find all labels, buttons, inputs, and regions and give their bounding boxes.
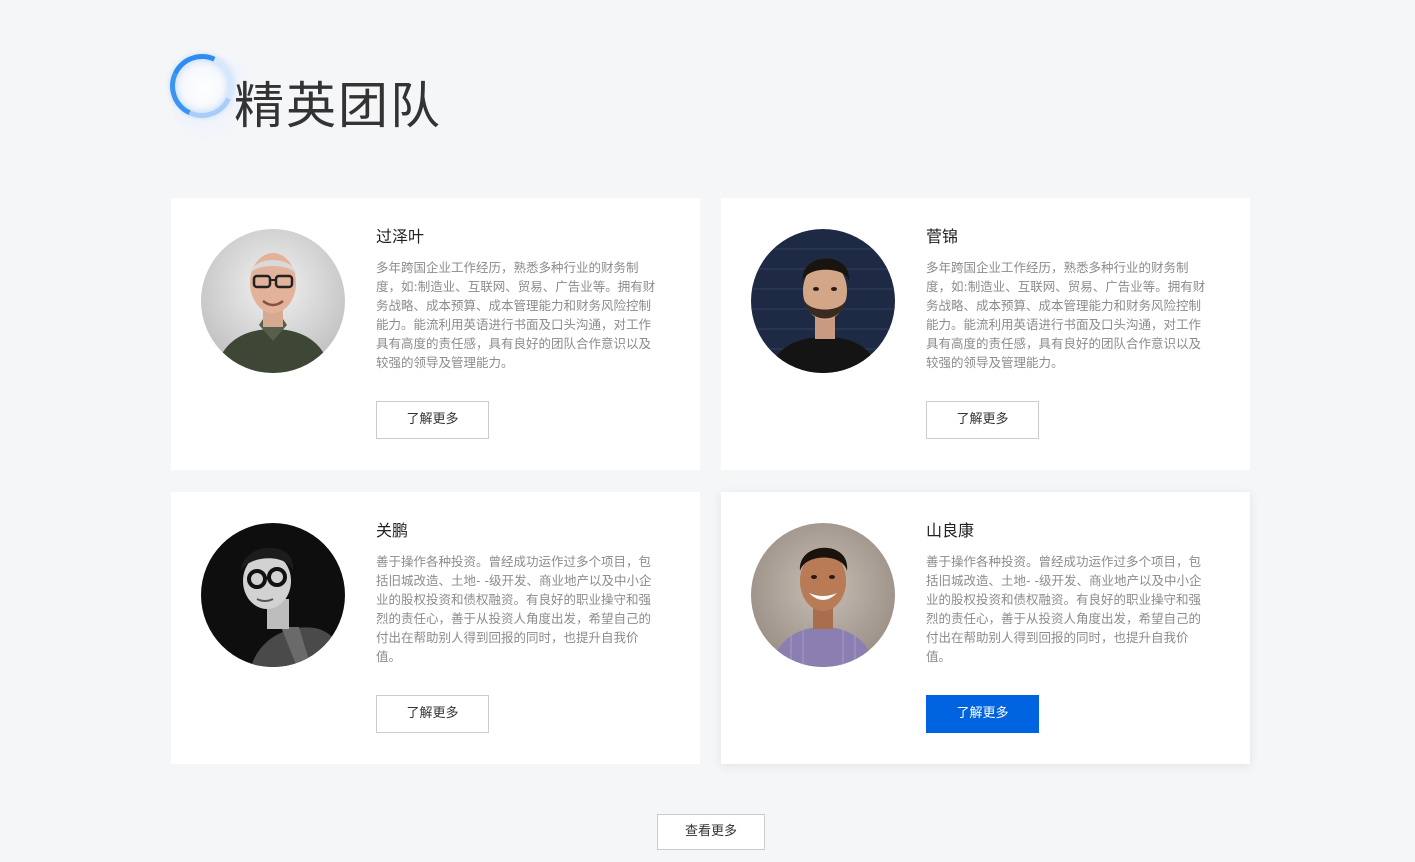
portrait-image (201, 229, 345, 373)
team-member-card: 关鹏 善于操作各种投资。曾经成功运作过多个项目，包括旧城改造、土地- -级开发、… (171, 492, 700, 764)
member-name: 山良康 (926, 521, 975, 540)
member-bio: 多年跨国企业工作经历，熟悉多种行业的财务制度，如:制造业、互联网、贸易、广告业等… (376, 260, 656, 370)
avatar (751, 229, 895, 373)
portrait-image (751, 523, 895, 667)
learn-more-button[interactable]: 了解更多 (376, 401, 489, 439)
learn-more-button[interactable]: 了解更多 (926, 695, 1039, 733)
team-member-card: 过泽叶 多年跨国企业工作经历，熟悉多种行业的财务制度，如:制造业、互联网、贸易、… (171, 198, 700, 470)
section-title: 精英团队 (234, 77, 442, 135)
avatar (751, 523, 895, 667)
learn-more-button[interactable]: 了解更多 (376, 695, 489, 733)
portrait-image (201, 523, 345, 667)
avatar (201, 229, 345, 373)
section-header: 精英团队 (160, 44, 490, 160)
team-member-card: 菅锦 多年跨国企业工作经历，熟悉多种行业的财务制度，如:制造业、互联网、贸易、广… (721, 198, 1250, 470)
team-member-card: 山良康 善于操作各种投资。曾经成功运作过多个项目，包括旧城改造、土地- -级开发… (721, 492, 1250, 764)
avatar (201, 523, 345, 667)
member-bio: 善于操作各种投资。曾经成功运作过多个项目，包括旧城改造、土地- -级开发、商业地… (926, 554, 1202, 664)
member-bio: 善于操作各种投资。曾经成功运作过多个项目，包括旧城改造、土地- -级开发、商业地… (376, 554, 652, 664)
learn-more-button[interactable]: 了解更多 (926, 401, 1039, 439)
member-bio: 多年跨国企业工作经历，熟悉多种行业的财务制度，如:制造业、互联网、贸易、广告业等… (926, 260, 1206, 370)
member-name: 菅锦 (926, 227, 959, 246)
member-name: 过泽叶 (376, 227, 425, 246)
member-name: 关鹏 (376, 521, 409, 540)
portrait-image (751, 229, 895, 373)
view-more-button[interactable]: 查看更多 (657, 814, 765, 850)
